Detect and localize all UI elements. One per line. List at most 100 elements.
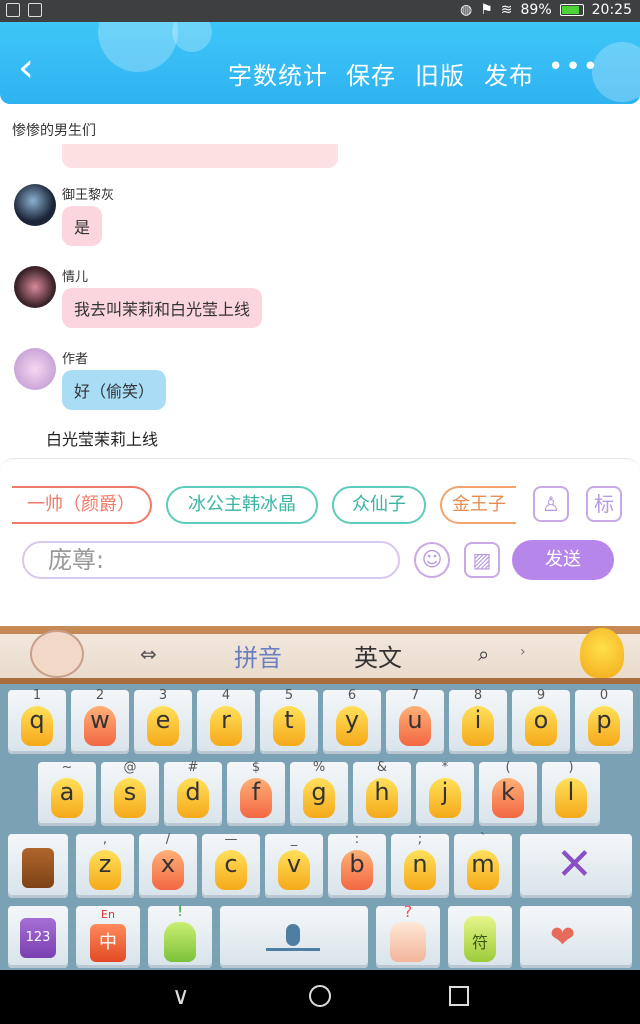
message-bubble: 好（偷笑） xyxy=(62,370,167,410)
word-count-button[interactable]: 字数统计 xyxy=(228,56,328,91)
role-chip[interactable]: 金王子 xyxy=(440,486,516,524)
publish-button[interactable]: 发布 xyxy=(484,56,534,91)
vibrate-icon: ⚑ xyxy=(480,2,493,18)
image-notification-icon xyxy=(6,3,20,17)
key-z[interactable]: ,z xyxy=(76,832,134,898)
microphone-icon xyxy=(286,924,300,946)
shift-key[interactable] xyxy=(8,834,68,898)
send-button[interactable]: 发送 xyxy=(512,540,614,580)
question-key[interactable]: ? xyxy=(376,902,440,968)
key-y[interactable]: 6y xyxy=(323,688,381,754)
chevron-right-icon[interactable]: › xyxy=(520,644,526,660)
key-r[interactable]: 4r xyxy=(197,688,255,754)
key-v[interactable]: _ v xyxy=(265,832,323,898)
narration-text: 白光莹茉莉上线 xyxy=(46,430,159,449)
status-bar: ◍ ⚑ ≋ 89% 20:25 xyxy=(0,0,640,22)
sender-name: 御王黎灰 xyxy=(62,188,115,203)
message-bubble: 我去叫茉莉和白光莹上线 xyxy=(62,288,263,328)
signal-icon: ◍ xyxy=(460,2,473,18)
group-title: 惨惨的男生们 xyxy=(12,123,96,139)
key-k[interactable]: (k xyxy=(479,760,537,826)
role-chip[interactable]: 众仙子 xyxy=(332,486,426,524)
cake-icon xyxy=(390,922,426,962)
battery-icon xyxy=(559,4,584,16)
battery-percent: 89% xyxy=(520,2,552,18)
chevron-left-icon: ‹ xyxy=(18,45,34,91)
key-t[interactable]: 5t xyxy=(260,688,318,754)
back-button[interactable]: ‹ xyxy=(18,48,48,88)
heart-spoon-icon: ❤ xyxy=(550,920,576,955)
question-label: ? xyxy=(403,902,413,921)
language-switch-key[interactable]: En 中 xyxy=(76,906,140,968)
message-bubble: 是 xyxy=(62,206,103,246)
keyboard-toolbar: ⇔ 拼音 英文 ⌕ › xyxy=(0,626,640,684)
key-x[interactable]: / x xyxy=(139,832,197,898)
zh-label: 中 xyxy=(90,924,126,962)
key-g[interactable]: % g xyxy=(290,760,348,826)
image-icon[interactable]: ▨ xyxy=(464,542,500,578)
punctuation-key[interactable]: ! xyxy=(148,904,212,968)
role-chip[interactable]: 冰公主韩冰晶 xyxy=(166,486,318,524)
back-nav-icon[interactable]: ∨ xyxy=(172,982,190,1010)
avatar[interactable] xyxy=(14,184,56,226)
key-d[interactable]: # d xyxy=(164,760,222,826)
pinyin-tab[interactable]: 拼音 xyxy=(234,638,282,673)
message-input[interactable]: 庞尊: xyxy=(22,541,400,579)
symbol-key[interactable]: 符 xyxy=(448,906,512,968)
key-s[interactable]: @ s xyxy=(101,760,159,826)
status-right: ◍ ⚑ ≋ 89% 20:25 xyxy=(460,2,632,18)
key-w[interactable]: 2w xyxy=(71,688,129,754)
numbers-key[interactable]: 123 xyxy=(8,906,68,968)
avatar[interactable] xyxy=(14,348,56,390)
key-f[interactable]: $ f xyxy=(227,760,285,826)
wifi-icon: ≋ xyxy=(500,2,513,18)
keyboard-mascot-icon[interactable] xyxy=(30,630,84,678)
chick-mascot-icon[interactable] xyxy=(580,628,624,678)
top-header: ‹ 字数统计 保存 旧版 发布 ••• xyxy=(0,22,640,104)
key-h[interactable]: & h xyxy=(353,760,411,826)
mark-button[interactable]: 标 xyxy=(586,486,622,522)
space-key[interactable] xyxy=(220,906,368,968)
delete-icon: ✕ xyxy=(556,839,593,890)
key-i[interactable]: 8i xyxy=(449,688,507,754)
old-version-button[interactable]: 旧版 xyxy=(415,56,465,91)
gallery-notification-icon xyxy=(28,3,42,17)
key-c[interactable]: — c xyxy=(202,832,260,898)
key-b[interactable]: :b xyxy=(328,832,386,898)
clock: 20:25 xyxy=(591,2,632,18)
key-n[interactable]: ; n xyxy=(391,832,449,898)
key-u[interactable]: 7u xyxy=(386,688,444,754)
system-navigation-bar: ∨ xyxy=(0,970,640,1024)
key-j[interactable]: * j xyxy=(416,760,474,826)
key-a[interactable]: ~ a xyxy=(38,760,96,826)
symbol-label: 符 xyxy=(464,916,496,962)
key-m[interactable]: ` m xyxy=(454,832,512,898)
backspace-key[interactable]: ✕ xyxy=(520,834,632,898)
key-l[interactable]: ) l xyxy=(542,760,600,826)
enter-key[interactable]: ❤ xyxy=(520,906,632,968)
shift-owl-icon xyxy=(22,848,54,888)
save-button[interactable]: 保存 xyxy=(346,56,396,91)
search-icon[interactable]: ⌕ xyxy=(478,642,489,666)
cursor-move-icon[interactable]: ⇔ xyxy=(140,642,157,666)
emoji-icon[interactable]: ☺ xyxy=(414,542,450,578)
previous-message-bubble xyxy=(62,144,338,168)
decor-bubble xyxy=(98,22,178,72)
key-p[interactable]: 0p xyxy=(575,688,633,754)
home-nav-icon[interactable] xyxy=(309,985,331,1007)
exclamation-label: ! xyxy=(177,904,183,920)
key-q[interactable]: 1q xyxy=(8,688,66,754)
role-manage-icon[interactable]: ♙ xyxy=(533,486,569,522)
role-chip[interactable]: 一帅（颜爵） xyxy=(12,486,152,524)
key-e[interactable]: 3e xyxy=(134,688,192,754)
en-label: En xyxy=(101,908,115,921)
space-bar-line xyxy=(266,948,320,951)
sender-name: 情儿 xyxy=(62,270,89,285)
status-left-icons xyxy=(6,3,42,17)
avatar[interactable] xyxy=(14,266,56,308)
key-o[interactable]: 9o xyxy=(512,688,570,754)
english-tab[interactable]: 英文 xyxy=(354,638,402,673)
recents-nav-icon[interactable] xyxy=(449,986,469,1006)
numbers-label: 123 xyxy=(20,918,56,958)
more-icon[interactable]: ••• xyxy=(548,52,600,82)
